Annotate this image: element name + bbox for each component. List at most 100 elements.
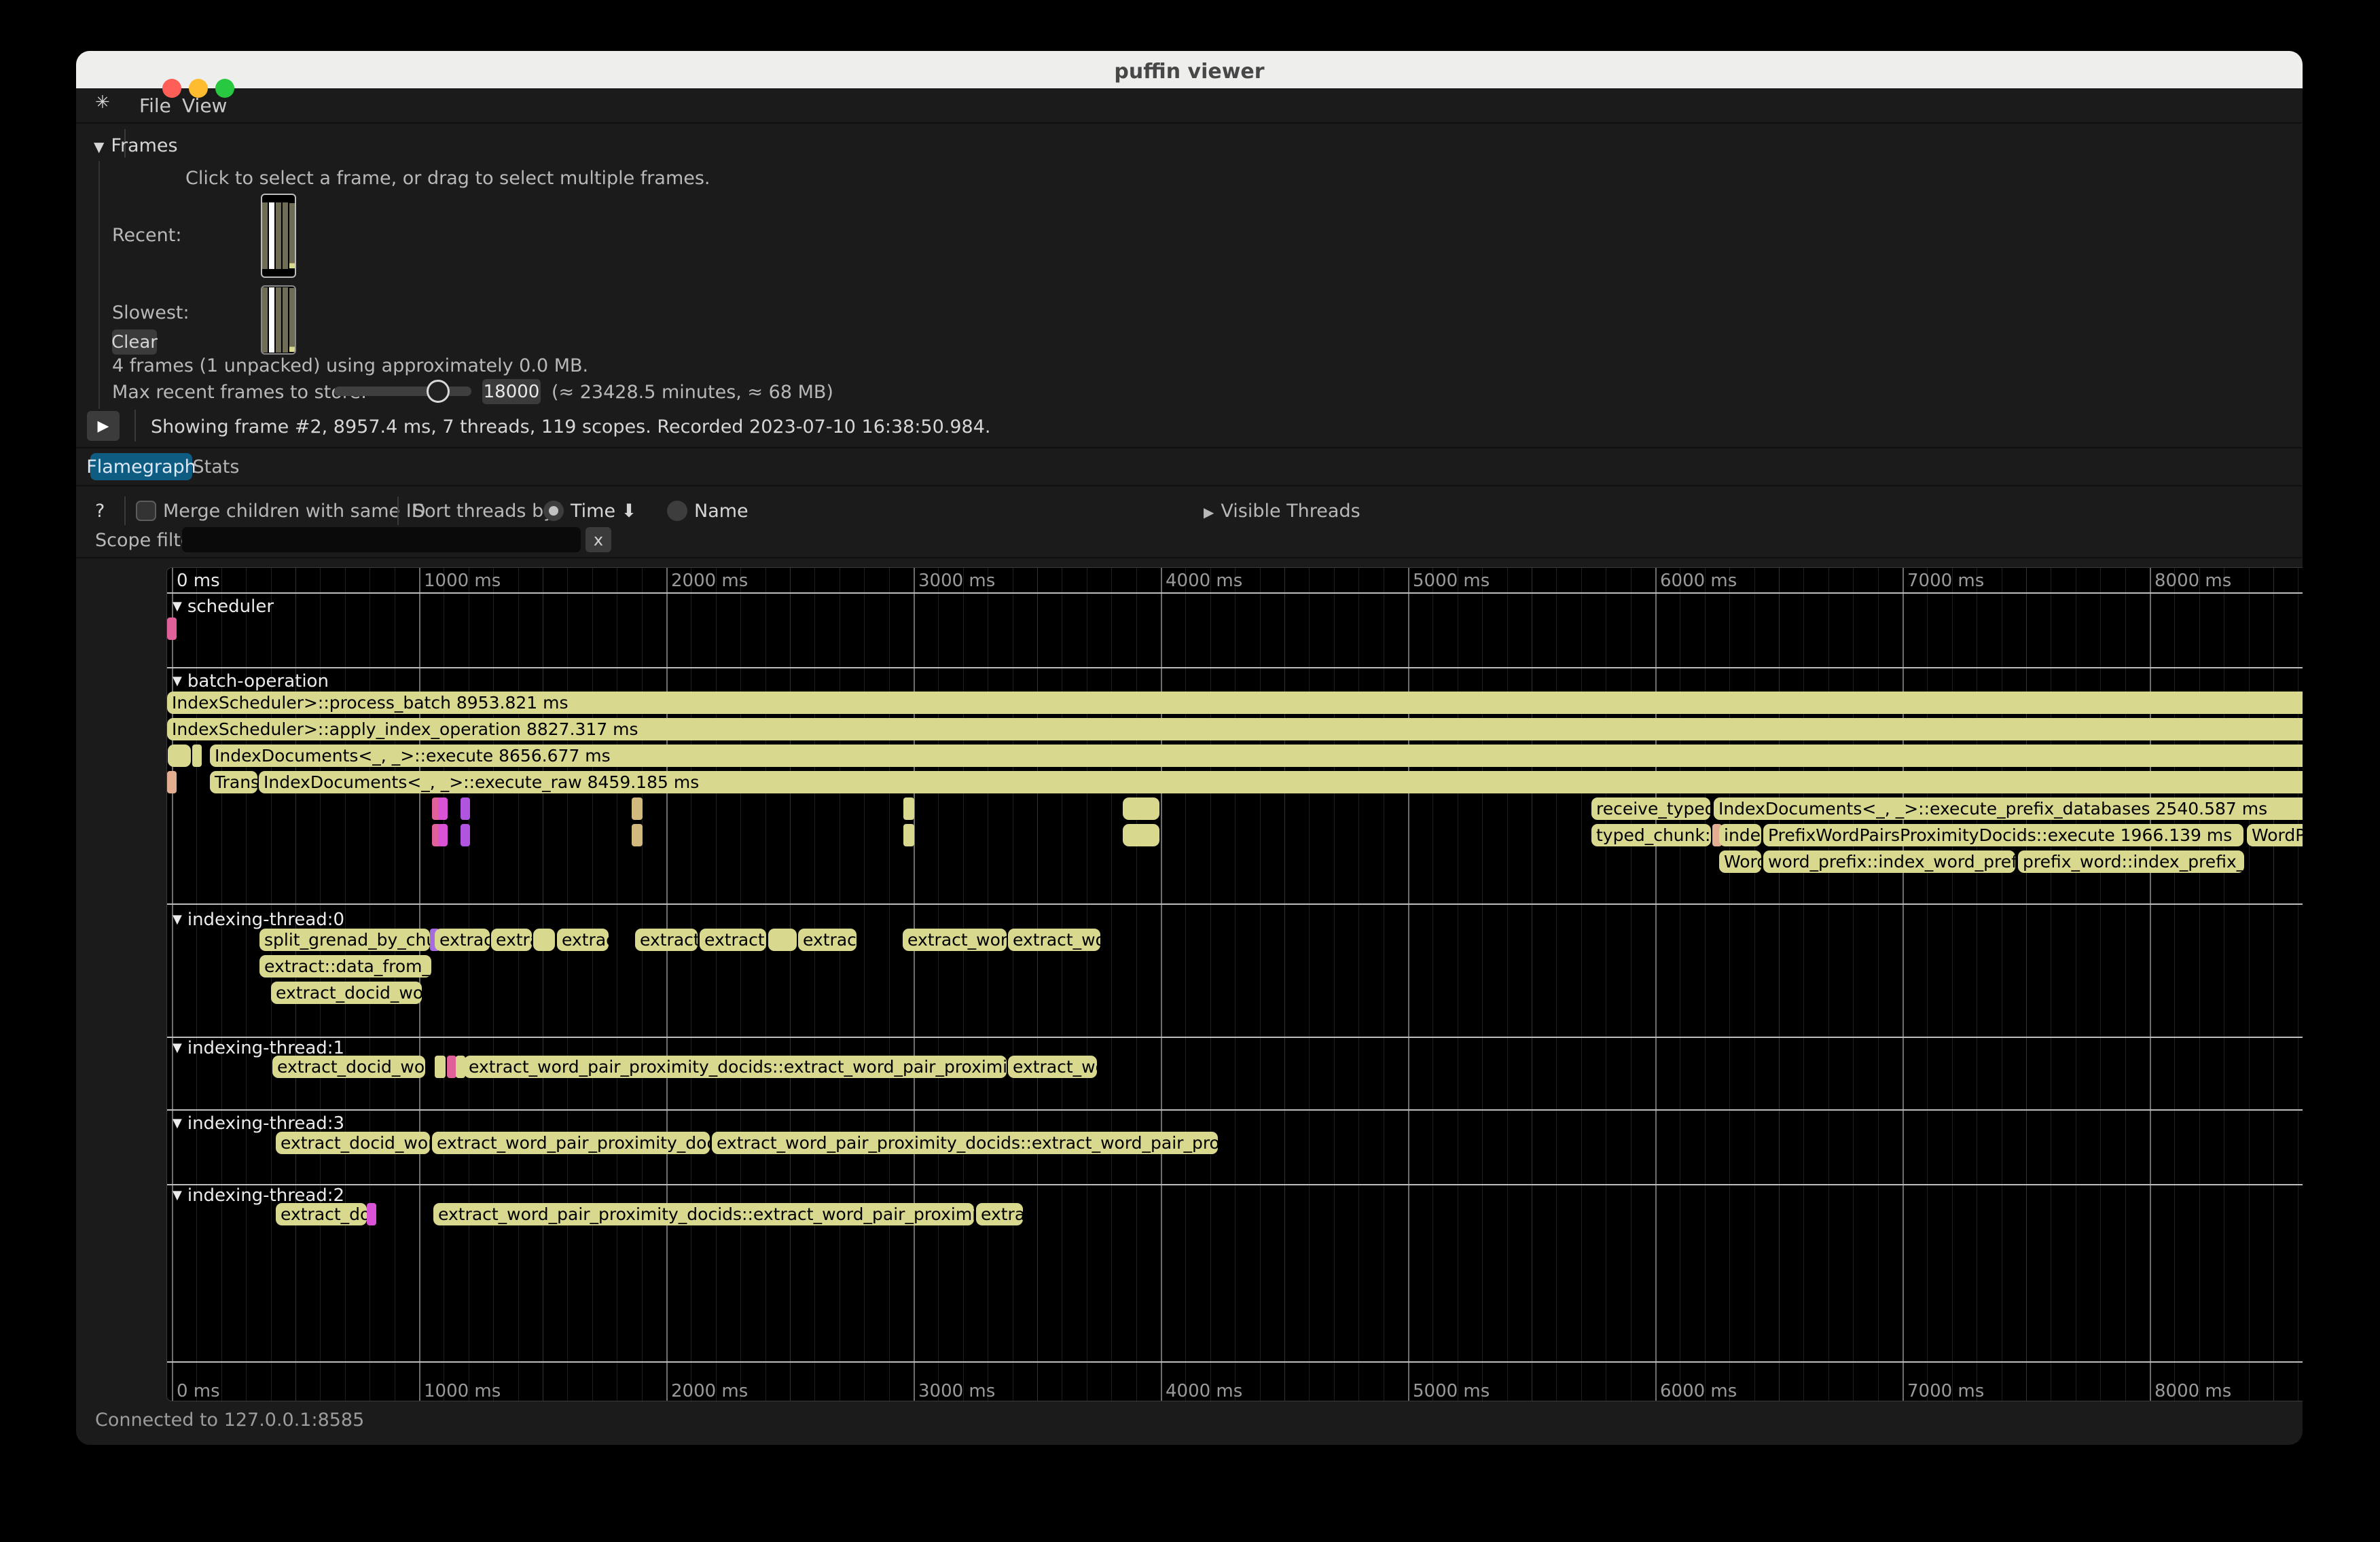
- scope-label: IndexDocuments<_, _>::execute_raw 8459.1…: [264, 772, 699, 792]
- separator: [134, 410, 136, 442]
- scope-bar[interactable]: extract_docid_word: [271, 982, 422, 1004]
- scope-bar[interactable]: IndexDocuments<_, _>::execute_raw 8459.1…: [259, 771, 2303, 793]
- scope-bar[interactable]: [367, 1203, 376, 1225]
- scope-bar[interactable]: [167, 771, 177, 793]
- scope-bar[interactable]: [533, 929, 555, 951]
- tab-stats[interactable]: Stats: [193, 453, 239, 480]
- scope-bar[interactable]: prefix_word::index_prefix_wo: [2018, 850, 2244, 873]
- menu-item-file[interactable]: File: [139, 94, 171, 117]
- clear-filter-button[interactable]: x: [585, 527, 611, 552]
- frames-section-header[interactable]: ▼Frames: [94, 135, 178, 156]
- sort-option-label: Name: [694, 501, 749, 522]
- scope-label: word_prefix::index_word_prefix_: [1768, 852, 2015, 872]
- scope-bar[interactable]: word_prefix::index_word_prefix_: [1763, 850, 2015, 873]
- merge-children-checkbox[interactable]: [136, 501, 156, 521]
- scope-label: extrac: [981, 1204, 1023, 1224]
- scope-label: extract: [439, 930, 490, 950]
- scope-bar[interactable]: [438, 824, 448, 846]
- scope-bar[interactable]: [768, 929, 797, 951]
- scope-bar[interactable]: extrac: [557, 929, 609, 951]
- scope-bar[interactable]: extra: [491, 929, 532, 951]
- frame-stripe: [283, 287, 288, 352]
- thread-header-indexing-thread-3[interactable]: ▼indexing-thread:3: [173, 1113, 344, 1134]
- indent-guide: [98, 161, 100, 409]
- tab-flamegraph[interactable]: Flamegraph: [90, 453, 192, 480]
- thread-header-batch-operation[interactable]: ▼batch-operation: [173, 671, 329, 692]
- scope-bar[interactable]: extract_docid_word: [272, 1056, 425, 1078]
- max-frames-label: Max recent frames to store:: [112, 382, 367, 403]
- scope-bar[interactable]: IndexScheduler>::process_batch 8953.821 …: [167, 692, 2303, 714]
- scope-bar[interactable]: typed_chunk::w: [1591, 824, 1711, 846]
- scope-bar[interactable]: [1123, 797, 1159, 820]
- scope-bar[interactable]: extract: [798, 929, 857, 951]
- flamegraph-canvas[interactable]: 0 ms1000 ms2000 ms3000 ms4000 ms5000 ms6…: [166, 567, 2303, 1401]
- slowest-frames-thumbnail[interactable]: [261, 285, 296, 355]
- scope-bar[interactable]: extract::data_from_ob: [259, 955, 431, 978]
- clear-button[interactable]: Clear: [112, 329, 157, 355]
- scope-bar[interactable]: index: [1719, 824, 1761, 846]
- scope-bar[interactable]: extract_word_pair_proximity_docids::extr…: [433, 1203, 974, 1225]
- slider-knob[interactable]: [427, 380, 450, 403]
- scope-bar[interactable]: [438, 797, 448, 820]
- scope-bar[interactable]: extract_docid_word: [276, 1132, 430, 1154]
- scope-bar[interactable]: extract: [435, 929, 490, 951]
- visible-threads-header[interactable]: ▶Visible Threads: [1204, 501, 1360, 522]
- collapse-triangle-icon: ▼: [94, 139, 104, 155]
- collapse-triangle-icon: ▼: [173, 599, 182, 613]
- scope-bar[interactable]: Word: [1719, 850, 1761, 873]
- scope-bar[interactable]: [447, 1056, 456, 1078]
- collapsed-triangle-icon: ▶: [1204, 504, 1214, 520]
- scope-bar[interactable]: Trans: [210, 771, 257, 793]
- scope-bar[interactable]: extract_word_pair_proximity_docids::extr…: [712, 1132, 1218, 1154]
- thread-name: batch-operation: [187, 671, 329, 692]
- recent-frames-thumbnail[interactable]: [261, 194, 296, 278]
- scope-bar[interactable]: extrac: [976, 1203, 1023, 1225]
- scope-bar[interactable]: [192, 745, 202, 767]
- scope-bar[interactable]: PrefixWordPairsProximityDocids::execute …: [1763, 824, 2243, 846]
- scope-bar[interactable]: extract_word: [903, 929, 1007, 951]
- scope-filter-input[interactable]: [182, 527, 581, 552]
- sort-radio-time[interactable]: [543, 501, 564, 521]
- scope-bar[interactable]: WordPr: [2247, 824, 2303, 846]
- scope-bar[interactable]: extract_word_pair_proximity_docids::extr…: [464, 1056, 1007, 1078]
- scope-bar[interactable]: split_grenad_by_chun: [259, 929, 430, 951]
- scope-bar[interactable]: [1123, 824, 1159, 846]
- scope-bar[interactable]: extract_: [635, 929, 698, 951]
- scope-bar[interactable]: IndexDocuments<_, _>::execute 8656.677 m…: [210, 745, 2303, 767]
- scope-bar[interactable]: receive_typed_: [1591, 797, 1710, 820]
- scope-bar[interactable]: [168, 745, 191, 767]
- scope-bar[interactable]: extract_wo: [1008, 929, 1100, 951]
- scope-bar[interactable]: extract_: [700, 929, 766, 951]
- help-button[interactable]: ?: [95, 501, 105, 522]
- separator: [76, 485, 2303, 486]
- scope-bar[interactable]: IndexDocuments<_, _>::execute_prefix_dat…: [1714, 797, 2303, 820]
- scope-bar[interactable]: extract_wo: [1008, 1056, 1097, 1078]
- scope-bar[interactable]: [461, 824, 470, 846]
- scope-label: Word: [1724, 852, 1761, 872]
- scope-bar[interactable]: [632, 824, 643, 846]
- scope-bar[interactable]: [435, 1056, 446, 1078]
- scope-label: PrefixWordPairsProximityDocids::execute …: [1768, 825, 2232, 845]
- scope-bar[interactable]: extract_doc: [276, 1203, 367, 1225]
- scope-bar[interactable]: IndexScheduler>::apply_index_operation 8…: [167, 718, 2303, 740]
- axis-tick-label: 8000 ms: [2154, 1381, 2231, 1401]
- scope-bar[interactable]: [461, 797, 470, 820]
- scope-label: extrac: [562, 930, 609, 950]
- sort-radio-name[interactable]: [667, 501, 687, 521]
- scope-bar[interactable]: [903, 824, 914, 846]
- axis-tick-label: 7000 ms: [1907, 571, 1984, 591]
- max-frames-slider[interactable]: [334, 387, 471, 396]
- thread-header-indexing-thread-0[interactable]: ▼indexing-thread:0: [173, 910, 344, 930]
- scope-bar[interactable]: [632, 797, 643, 820]
- play-button[interactable]: ▶: [87, 411, 120, 441]
- scope-label: extract_wo: [1013, 1057, 1097, 1077]
- max-frames-value[interactable]: 18000: [482, 379, 541, 404]
- titlebar[interactable]: puffin viewer: [76, 51, 2303, 88]
- thread-header-scheduler[interactable]: ▼scheduler: [173, 596, 274, 617]
- scope-bar[interactable]: [167, 617, 177, 640]
- frame-stripe: [262, 287, 268, 352]
- theme-toggle-icon[interactable]: ✳: [95, 92, 110, 113]
- menu-item-view[interactable]: View: [182, 94, 227, 117]
- scope-bar[interactable]: [903, 797, 914, 820]
- scope-bar[interactable]: extract_word_pair_proximity_docids: [432, 1132, 710, 1154]
